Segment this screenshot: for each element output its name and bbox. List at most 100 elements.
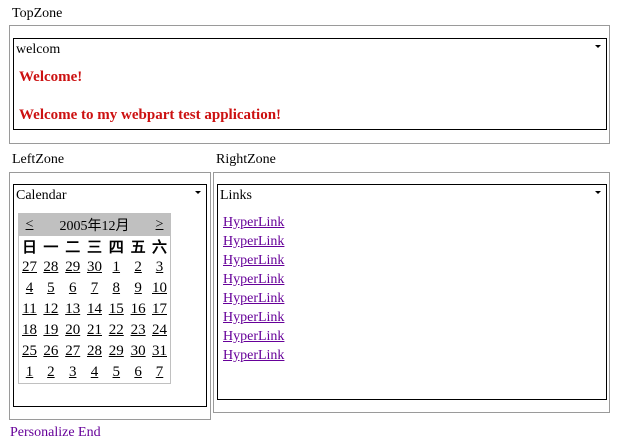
calendar-day-cell[interactable]: 28 — [40, 257, 62, 278]
calendar-day-cell[interactable]: 5 — [105, 362, 127, 384]
calendar-day-cell[interactable]: 2 — [127, 257, 149, 278]
calendar-day-cell[interactable]: 27 — [62, 341, 84, 362]
calendar-day-cell[interactable]: 29 — [62, 257, 84, 278]
calendar-day-cell[interactable]: 5 — [40, 278, 62, 299]
calendar-day-cell[interactable]: 1 — [19, 362, 41, 384]
calendar-day[interactable]: 3 — [156, 259, 164, 275]
calendar-day[interactable]: 14 — [87, 301, 102, 317]
calendar-day[interactable]: 6 — [134, 364, 142, 380]
calendar-day-cell[interactable]: 17 — [149, 299, 171, 320]
calendar-day[interactable]: 21 — [87, 322, 102, 338]
calendar-day[interactable]: 5 — [47, 280, 55, 296]
calendar-day[interactable]: 22 — [109, 322, 124, 338]
calendar-day-cell[interactable]: 6 — [62, 278, 84, 299]
calendar-day[interactable]: 7 — [91, 280, 99, 296]
personalize-end-link[interactable]: Personalize End — [10, 425, 101, 441]
calendar-day[interactable]: 10 — [152, 280, 167, 296]
calendar-day[interactable]: 4 — [26, 280, 34, 296]
calendar-day-cell[interactable]: 24 — [149, 320, 171, 341]
calendar-day-cell[interactable]: 4 — [19, 278, 41, 299]
calendar-day[interactable]: 9 — [134, 280, 142, 296]
calendar-day[interactable]: 29 — [109, 343, 124, 359]
calendar-day-cell[interactable]: 1 — [105, 257, 127, 278]
calendar-day-cell[interactable]: 6 — [127, 362, 149, 384]
hyperlink-item[interactable]: HyperLink — [223, 251, 284, 270]
calendar-day[interactable]: 1 — [113, 259, 121, 275]
calendar-day[interactable]: 11 — [22, 301, 36, 317]
hyperlink-item[interactable]: HyperLink — [223, 308, 284, 327]
calendar-day[interactable]: 25 — [22, 343, 37, 359]
calendar-day-cell[interactable]: 15 — [105, 299, 127, 320]
dropdown-arrow-icon[interactable] — [195, 191, 201, 194]
hyperlink-item[interactable]: HyperLink — [223, 213, 284, 232]
calendar-day-cell[interactable]: 12 — [40, 299, 62, 320]
calendar-day-cell[interactable]: 3 — [149, 257, 171, 278]
calendar-day[interactable]: 2 — [47, 364, 55, 380]
calendar-day[interactable]: 13 — [65, 301, 80, 317]
weekday-label: 二 — [65, 239, 81, 256]
calendar-day-cell[interactable]: 2 — [40, 362, 62, 384]
calendar-day-cell[interactable]: 21 — [84, 320, 106, 341]
calendar-day-cell[interactable]: 7 — [149, 362, 171, 384]
calendar-day-cell[interactable]: 27 — [19, 257, 41, 278]
calendar-day-cell[interactable]: 25 — [19, 341, 41, 362]
calendar-day-cell[interactable]: 28 — [84, 341, 106, 362]
calendar-day[interactable]: 30 — [87, 259, 102, 275]
hyperlink-item[interactable]: HyperLink — [223, 232, 284, 251]
calendar-day[interactable]: 2 — [134, 259, 142, 275]
calendar-day[interactable]: 20 — [65, 322, 80, 338]
calendar-day[interactable]: 24 — [152, 322, 167, 338]
calendar-day[interactable]: 12 — [43, 301, 58, 317]
calendar-day[interactable]: 15 — [109, 301, 124, 317]
calendar-day[interactable]: 30 — [131, 343, 146, 359]
hyperlink-item[interactable]: HyperLink — [223, 327, 284, 346]
calendar-day-cell[interactable]: 26 — [40, 341, 62, 362]
calendar-day[interactable]: 16 — [131, 301, 146, 317]
calendar-day-cell[interactable]: 14 — [84, 299, 106, 320]
hyperlink-item[interactable]: HyperLink — [223, 289, 284, 308]
left-zone: Calendar < 2005年12月 > 日 一 二 三 四 五 六 27 28… — [9, 172, 211, 420]
calendar-day-cell[interactable]: 30 — [127, 341, 149, 362]
hyperlink-item[interactable]: HyperLink — [223, 270, 284, 289]
dropdown-arrow-icon[interactable] — [595, 45, 601, 48]
calendar-day-cell[interactable]: 13 — [62, 299, 84, 320]
calendar-day-cell[interactable]: 29 — [105, 341, 127, 362]
calendar-day-cell[interactable]: 10 — [149, 278, 171, 299]
calendar-day[interactable]: 19 — [43, 322, 58, 338]
calendar-prev-month[interactable]: < — [26, 217, 34, 232]
calendar-day[interactable]: 3 — [69, 364, 77, 380]
calendar-day[interactable]: 5 — [113, 364, 121, 380]
calendar-day-cell[interactable]: 30 — [84, 257, 106, 278]
calendar-day-cell[interactable]: 8 — [105, 278, 127, 299]
calendar-day-cell[interactable]: 19 — [40, 320, 62, 341]
calendar-day-cell[interactable]: 3 — [62, 362, 84, 384]
calendar-day[interactable]: 27 — [22, 259, 37, 275]
calendar-day[interactable]: 26 — [43, 343, 58, 359]
calendar-day-cell[interactable]: 23 — [127, 320, 149, 341]
calendar-day[interactable]: 28 — [43, 259, 58, 275]
calendar-day-cell[interactable]: 18 — [19, 320, 41, 341]
calendar-day[interactable]: 7 — [156, 364, 164, 380]
calendar-day[interactable]: 29 — [65, 259, 80, 275]
calendar-day-cell[interactable]: 16 — [127, 299, 149, 320]
calendar-day-cell[interactable]: 11 — [19, 299, 41, 320]
calendar-day[interactable]: 28 — [87, 343, 102, 359]
calendar-day[interactable]: 8 — [113, 280, 121, 296]
calendar-day-cell[interactable]: 20 — [62, 320, 84, 341]
calendar-day[interactable]: 4 — [91, 364, 99, 380]
calendar-day-cell[interactable]: 31 — [149, 341, 171, 362]
calendar-day[interactable]: 1 — [26, 364, 34, 380]
calendar-day[interactable]: 17 — [152, 301, 167, 317]
calendar-day[interactable]: 18 — [22, 322, 37, 338]
calendar-day-cell[interactable]: 7 — [84, 278, 106, 299]
calendar-day[interactable]: 6 — [69, 280, 77, 296]
calendar-day[interactable]: 31 — [152, 343, 167, 359]
hyperlink-item[interactable]: HyperLink — [223, 346, 284, 365]
calendar-day-cell[interactable]: 9 — [127, 278, 149, 299]
calendar-next-month[interactable]: > — [156, 217, 164, 232]
dropdown-arrow-icon[interactable] — [595, 191, 601, 194]
calendar-day[interactable]: 27 — [65, 343, 80, 359]
calendar-day-cell[interactable]: 4 — [84, 362, 106, 384]
calendar-day[interactable]: 23 — [131, 322, 146, 338]
calendar-day-cell[interactable]: 22 — [105, 320, 127, 341]
